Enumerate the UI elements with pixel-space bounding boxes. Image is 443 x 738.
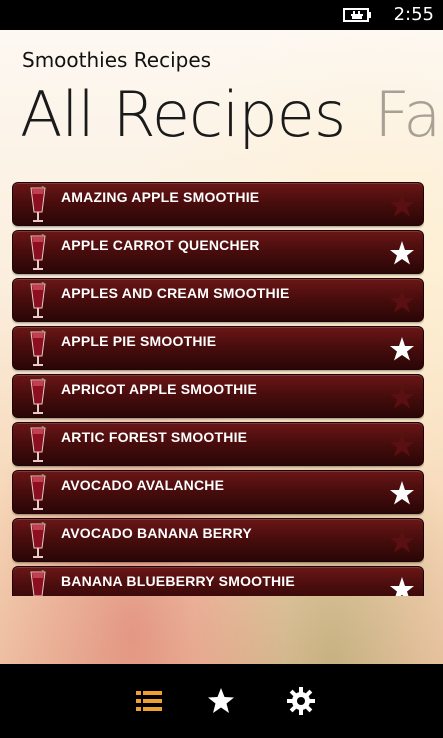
smoothie-glass-icon — [30, 474, 46, 510]
main-content: Smoothies Recipes All Recipes Favorites … — [0, 30, 443, 664]
recipe-name: ARTIC FOREST SMOOTHIE — [61, 429, 248, 445]
smoothie-glass-icon — [30, 186, 46, 222]
smoothie-glass-icon — [30, 426, 46, 462]
pivot-all-recipes[interactable]: All Recipes — [20, 78, 346, 151]
recipe-name: BANANA BLUEBERRY SMOOTHIE — [61, 573, 295, 589]
star-icon[interactable] — [206, 686, 236, 716]
gear-icon[interactable] — [286, 686, 316, 716]
list-item[interactable]: APPLE PIE SMOOTHIE — [12, 326, 424, 370]
smoothie-glass-icon — [30, 282, 46, 318]
recipe-name: APPLE CARROT QUENCHER — [61, 237, 260, 253]
recipe-name: APPLE PIE SMOOTHIE — [61, 333, 217, 349]
recipe-name: AMAZING APPLE SMOOTHIE — [61, 189, 260, 205]
list-icon[interactable] — [134, 686, 164, 716]
list-item[interactable]: APPLE CARROT QUENCHER — [12, 230, 424, 274]
list-item[interactable]: ARTIC FOREST SMOOTHIE — [12, 422, 424, 466]
smoothie-glass-icon — [30, 330, 46, 366]
favorite-star-icon[interactable] — [389, 528, 415, 554]
smoothie-glass-icon — [30, 570, 46, 596]
smoothie-glass-icon — [30, 522, 46, 558]
favorite-star-icon[interactable] — [389, 576, 415, 596]
favorite-star-icon[interactable] — [389, 192, 415, 218]
favorite-star-icon[interactable] — [389, 336, 415, 362]
recipe-name: AVOCADO AVALANCHE — [61, 477, 225, 493]
pivot-favorites[interactable]: Favorites — [374, 78, 443, 151]
pivot-header: All Recipes Favorites — [20, 78, 443, 151]
recipe-name: AVOCADO BANANA BERRY — [61, 525, 252, 541]
list-item[interactable]: AMAZING APPLE SMOOTHIE — [12, 182, 424, 226]
clock: 2:55 — [393, 4, 434, 25]
app-bar — [0, 664, 443, 738]
favorite-star-icon[interactable] — [389, 384, 415, 410]
list-item[interactable]: APPLES AND CREAM SMOOTHIE — [12, 278, 424, 322]
recipe-name: APRICOT APPLE SMOOTHIE — [61, 381, 258, 397]
list-item[interactable]: BANANA BLUEBERRY SMOOTHIE — [12, 566, 424, 596]
favorite-star-icon[interactable] — [389, 432, 415, 458]
favorite-star-icon[interactable] — [389, 240, 415, 266]
favorite-star-icon[interactable] — [389, 480, 415, 506]
list-item[interactable]: AVOCADO BANANA BERRY — [12, 518, 424, 562]
favorite-star-icon[interactable] — [389, 288, 415, 314]
battery-charging-icon — [343, 8, 371, 22]
app-title: Smoothies Recipes — [22, 48, 212, 72]
recipe-name: APPLES AND CREAM SMOOTHIE — [61, 285, 290, 301]
list-item[interactable]: APRICOT APPLE SMOOTHIE — [12, 374, 424, 418]
recipe-list[interactable]: AMAZING APPLE SMOOTHIE APPLE CARROT QUENC… — [12, 182, 424, 596]
list-item[interactable]: AVOCADO AVALANCHE — [12, 470, 424, 514]
smoothie-glass-icon — [30, 234, 46, 270]
smoothie-glass-icon — [30, 378, 46, 414]
status-bar: 2:55 — [0, 0, 443, 30]
